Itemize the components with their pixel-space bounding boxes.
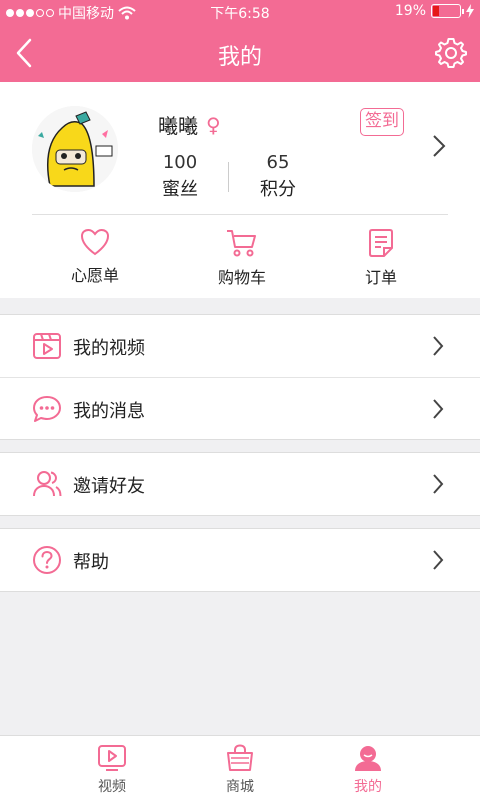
menu-group-social: 邀请好友 (0, 452, 480, 516)
tab-label-mall: 商城 (226, 779, 254, 795)
help-question-icon (33, 546, 61, 574)
menu-group-media: 我的视频 我的消息 (0, 314, 480, 440)
menu-label-my-messages: 我的消息 (73, 401, 145, 422)
cart-button[interactable]: 购物车 (187, 228, 297, 288)
menu-item-help[interactable]: 帮助 (0, 529, 480, 591)
chevron-right-icon (433, 550, 444, 570)
battery-percent: 19% (394, 3, 426, 19)
shop-bag-icon (227, 744, 253, 771)
avatar[interactable] (32, 106, 118, 192)
points-stat[interactable]: 65 积分 (248, 152, 308, 201)
tab-video[interactable]: 视频 (72, 744, 152, 796)
stats-divider (228, 162, 229, 192)
profile-stats: 100 蜜丝 65 积分 (150, 152, 320, 204)
user-name: 曦曦 (158, 114, 198, 138)
video-tab-icon (98, 745, 126, 771)
fans-count: 100 (162, 152, 198, 173)
cart-icon (227, 230, 256, 257)
female-gender-icon: ♀ (206, 112, 221, 137)
order-icon (369, 229, 393, 257)
nav-bar: 我的 (0, 24, 480, 82)
fans-stat[interactable]: 100 蜜丝 (150, 152, 210, 201)
chevron-right-icon[interactable] (432, 134, 446, 158)
menu-label-my-videos: 我的视频 (73, 338, 145, 359)
menu-label-help: 帮助 (73, 552, 109, 573)
tab-mall[interactable]: 商城 (200, 744, 280, 796)
message-bubble-icon (33, 396, 61, 422)
chevron-right-icon (433, 336, 444, 356)
video-icon (33, 333, 61, 359)
orders-label: 订单 (364, 268, 397, 287)
menu-label-invite-friends: 邀请好友 (73, 476, 145, 497)
tab-label-video: 视频 (98, 779, 126, 795)
menu-item-my-messages[interactable]: 我的消息 (0, 377, 480, 439)
tab-label-me: 我的 (354, 779, 382, 795)
battery-icon (431, 4, 464, 18)
checkin-button[interactable]: 签到 (360, 108, 404, 136)
profile-card[interactable]: 曦曦 ♀ 签到 100 蜜丝 65 积分 心愿单 购物车 订单 (0, 82, 480, 298)
menu-item-my-videos[interactable]: 我的视频 (0, 315, 480, 377)
page-title: 我的 (217, 45, 262, 70)
charging-bolt-icon (466, 4, 474, 18)
user-icon (355, 746, 381, 771)
avatar-banana-illustration (32, 106, 118, 192)
chevron-right-icon (433, 474, 444, 494)
cart-label: 购物车 (217, 268, 266, 287)
top-bar: 中国移动 下午6:58 19% 我的 (0, 0, 480, 82)
tab-me[interactable]: 我的 (328, 744, 408, 796)
status-bar: 中国移动 下午6:58 19% (0, 0, 480, 24)
orders-button[interactable]: 订单 (326, 228, 436, 288)
wishlist-button[interactable]: 心愿单 (40, 228, 150, 286)
bottom-tab-bar: 视频 商城 我的 (0, 735, 480, 800)
friends-icon (33, 471, 62, 497)
menu-item-invite-friends[interactable]: 邀请好友 (0, 453, 480, 515)
divider (32, 214, 448, 215)
points-label: 积分 (260, 179, 296, 200)
gear-icon[interactable] (434, 36, 468, 70)
menu-group-help: 帮助 (0, 528, 480, 592)
wishlist-label: 心愿单 (70, 266, 119, 285)
heart-icon (80, 228, 110, 256)
points-count: 65 (266, 152, 290, 173)
chevron-right-icon (433, 399, 444, 419)
fans-label: 蜜丝 (162, 179, 198, 200)
